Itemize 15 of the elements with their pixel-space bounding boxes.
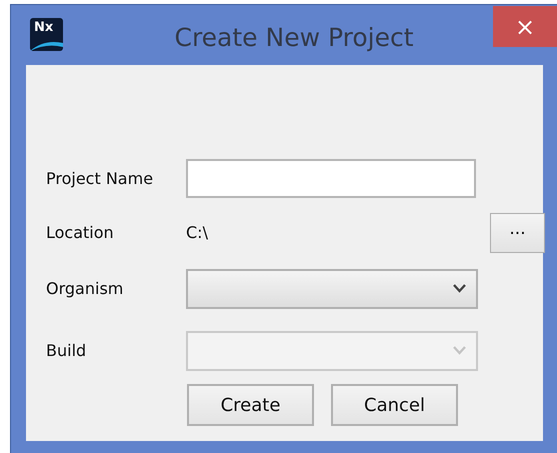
dialog-button[interactable]: Create — [187, 384, 314, 426]
window-title: Create New Project — [173, 23, 414, 52]
location-path: C:\ — [186, 222, 208, 244]
field-label: Organism — [46, 278, 124, 300]
close-button[interactable]: × — [493, 6, 557, 47]
app-logo: Nx — [30, 18, 63, 51]
field-label: Location — [46, 222, 115, 244]
project-name-field[interactable] — [186, 159, 476, 198]
browse-button[interactable]: ... — [490, 212, 545, 252]
chevron-down-icon — [453, 346, 466, 355]
field-label: Build — [46, 340, 88, 362]
dropdown[interactable] — [186, 268, 478, 308]
chevron-down-icon — [453, 284, 466, 293]
field-label: Project Name — [46, 168, 154, 190]
dialog-button[interactable]: Cancel — [331, 384, 458, 426]
